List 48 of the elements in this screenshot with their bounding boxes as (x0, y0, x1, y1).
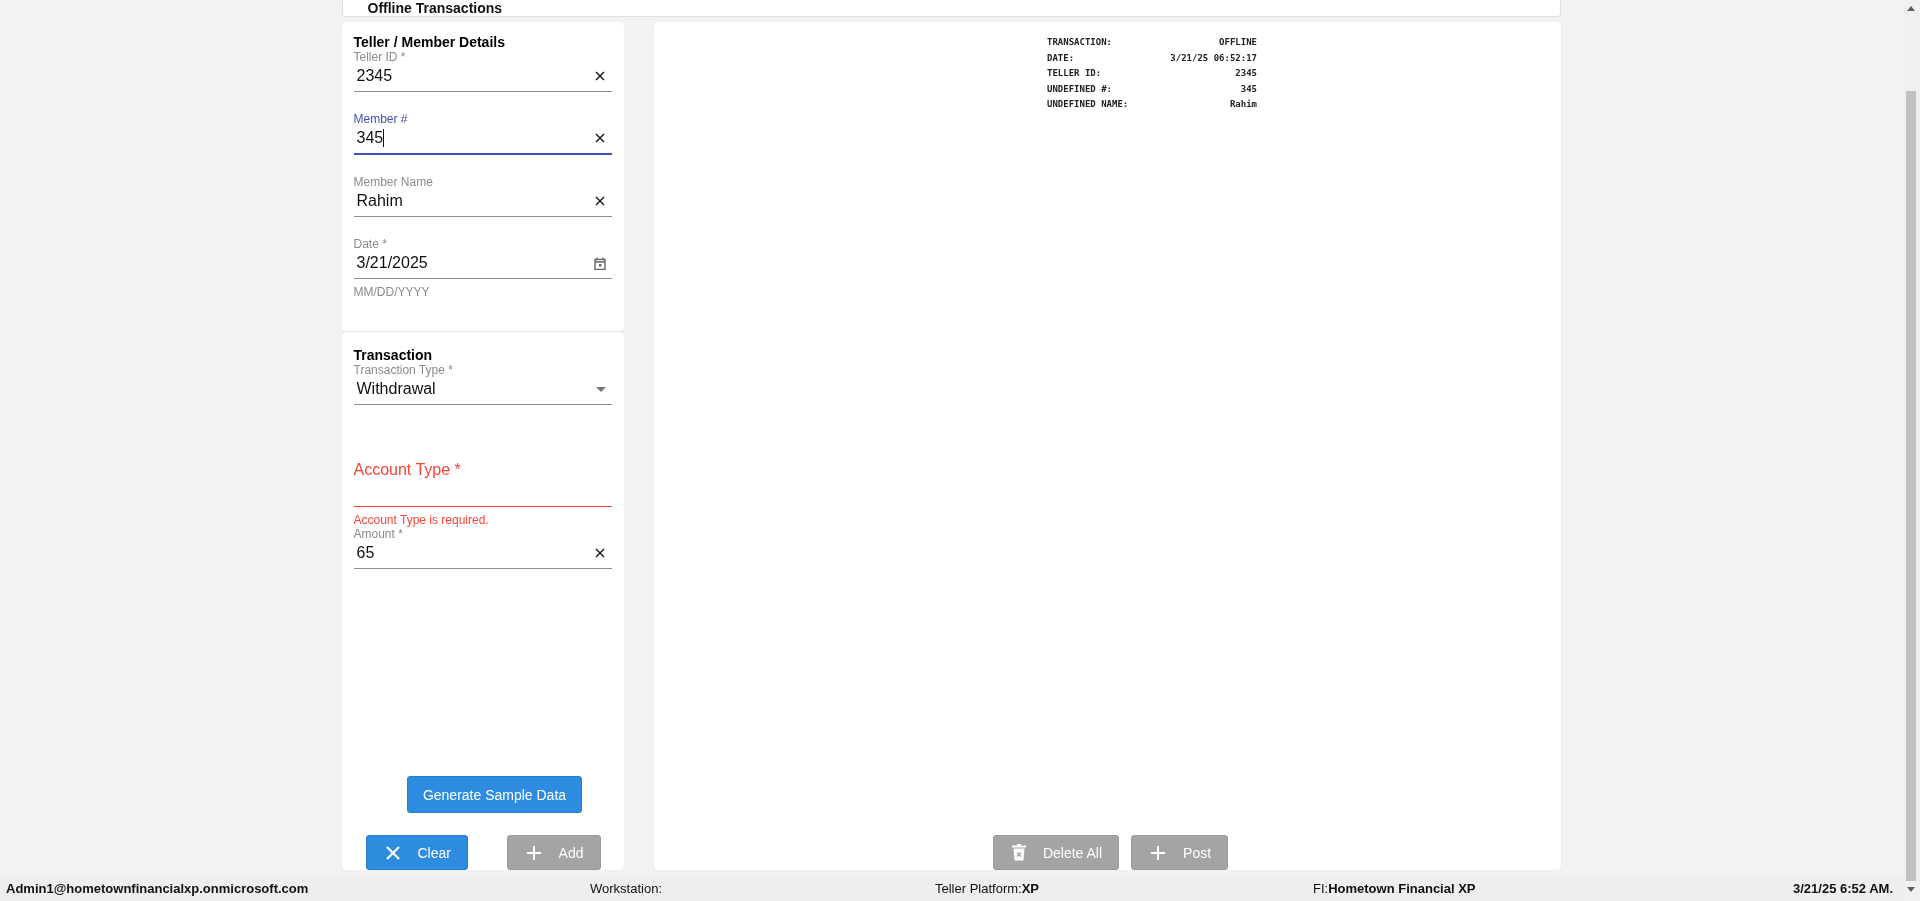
dropdown-caret-icon[interactable] (595, 386, 606, 392)
user-email: Admin1@hometownfinancialxp.onmicrosoft.com (6, 880, 310, 896)
input-field[interactable]: 65 (356, 544, 375, 562)
workstation-label: Workstation: (590, 880, 663, 896)
input-field[interactable]: 2345 (356, 67, 393, 85)
receipt-value: OFFLINE (1219, 36, 1257, 49)
plus-icon (525, 844, 542, 861)
fi-value: Hometown Financial XP (1328, 880, 1476, 896)
receipt-value: Rahim (1229, 98, 1257, 112)
action-button[interactable]: Clear (365, 835, 468, 870)
field-label: Member Name (353, 175, 434, 189)
field-label: Member # (353, 112, 409, 126)
section-title: Transaction (353, 347, 434, 363)
field-label: Amount * (353, 527, 404, 541)
receipt-label: UNDEFINED #: (1047, 82, 1113, 96)
input-field[interactable]: 3/21/2025 (356, 254, 428, 272)
error-message: Account Type is required. (353, 513, 490, 527)
scrollbar-thumb[interactable] (1906, 91, 1916, 881)
receipt-label: DATE: (1047, 51, 1075, 65)
dropdown-field[interactable]: Withdrawal (356, 380, 436, 398)
platform-label: Teller Platform: (935, 880, 1022, 896)
calendar-icon[interactable] (593, 256, 606, 270)
receipt-label: TRANSACTION: (1047, 36, 1113, 49)
receipt-label: TELLER ID: (1047, 67, 1102, 81)
close-icon[interactable] (593, 132, 606, 144)
field-label: Teller ID * (353, 50, 407, 64)
field-label: Account Type * (353, 461, 462, 479)
hint-text: MM/DD/YYYY (353, 285, 431, 299)
close-icon[interactable] (593, 70, 606, 82)
receipt-value: 2345 (1235, 67, 1257, 81)
close-icon (384, 844, 401, 861)
receipt-value: 3/21/25 06:52:17 (1170, 51, 1257, 65)
receipt-label: UNDEFINED NAME: (1047, 98, 1129, 112)
trash-icon (1011, 844, 1026, 861)
section-title: Teller / Member Details (353, 34, 506, 50)
generate-button[interactable]: Generate Sample Data (406, 776, 583, 813)
field-label: Transaction Type * (353, 363, 454, 377)
close-icon[interactable] (593, 195, 606, 207)
input-field[interactable]: 345 (356, 129, 384, 147)
page-title: Offline Transactions (367, 0, 503, 16)
platform-value: XP (1021, 880, 1040, 896)
plus-icon (1150, 844, 1167, 861)
status-datetime: 3/21/25 6:52 AM. (1793, 880, 1893, 896)
input-field[interactable]: Rahim (356, 192, 403, 210)
close-icon[interactable] (593, 547, 606, 559)
fi-label: FI: (1313, 880, 1329, 896)
field-label: Date * (353, 237, 388, 251)
receipt-value: 345 (1240, 82, 1257, 96)
